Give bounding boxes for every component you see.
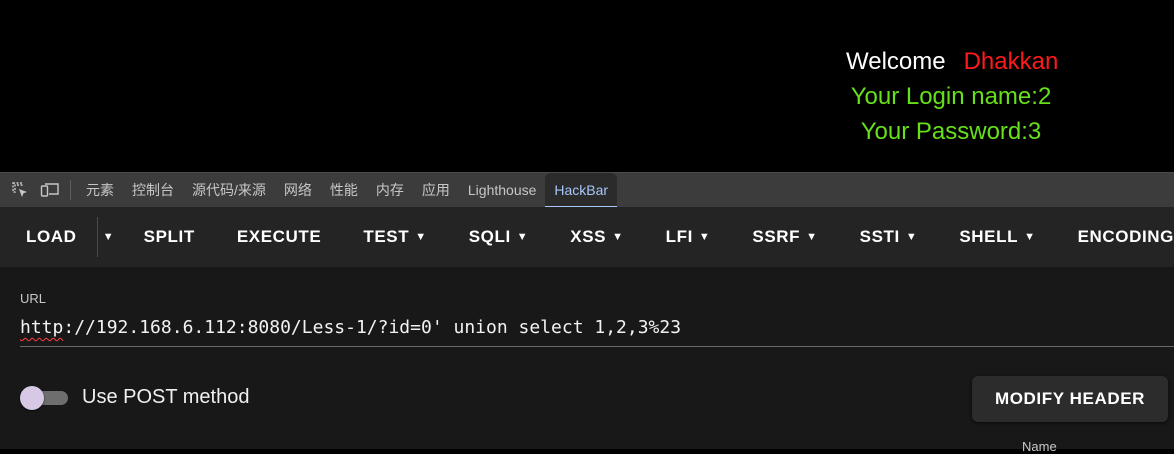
tab-elements[interactable]: 元素 xyxy=(77,173,123,208)
welcome-text: Welcome xyxy=(846,48,946,75)
login-name-line: Your Login name:2 xyxy=(0,83,1174,111)
chevron-down-icon: ▼ xyxy=(806,231,818,243)
split-button-label: SPLIT xyxy=(144,227,195,247)
url-input-underline xyxy=(20,346,1174,347)
tab-console[interactable]: 控制台 xyxy=(123,173,183,208)
xss-menu-label: XSS xyxy=(570,227,606,247)
welcome-username: Dhakkan xyxy=(964,48,1059,75)
ssti-menu-button[interactable]: SSTI ▼ xyxy=(860,227,918,247)
password-line: Your Password:3 xyxy=(0,118,1174,146)
tab-application[interactable]: 应用 xyxy=(413,173,459,208)
lfi-menu-button[interactable]: LFI ▼ xyxy=(666,227,711,247)
hackbar-toolbar: LOAD ▼ SPLIT EXECUTE TEST ▼ SQLI ▼ XSS ▼ LF… xyxy=(0,207,1174,267)
chevron-down-icon: ▼ xyxy=(1024,231,1036,243)
chevron-down-icon: ▼ xyxy=(415,231,427,243)
header-name-column: Name xyxy=(1022,439,1057,454)
shell-menu-button[interactable]: SHELL ▼ xyxy=(959,227,1035,247)
page-content: Welcome Dhakkan Your Login name:2 Your Pa… xyxy=(0,0,1174,172)
post-method-label: Use POST method xyxy=(82,386,249,409)
tab-network[interactable]: 网络 xyxy=(275,173,321,208)
devtools-tab-bar: 元素 控制台 源代码/来源 网络 性能 内存 应用 Lighthouse Hac… xyxy=(0,172,1174,207)
hackbar-panel: URL http://192.168.6.112:8080/Less-1/?id… xyxy=(0,267,1174,449)
modify-header-label: MODIFY HEADER xyxy=(995,389,1145,409)
ssrf-menu-button[interactable]: SSRF ▼ xyxy=(752,227,817,247)
split-button[interactable]: SPLIT xyxy=(144,227,195,247)
lfi-menu-label: LFI xyxy=(666,227,693,247)
url-scheme: http xyxy=(20,317,63,338)
device-toolbar-icon[interactable] xyxy=(40,180,60,200)
inspect-element-icon[interactable] xyxy=(10,180,30,200)
tab-hackbar[interactable]: HackBar xyxy=(545,173,617,208)
xss-menu-button[interactable]: XSS ▼ xyxy=(570,227,623,247)
sqli-menu-label: SQLI xyxy=(469,227,511,247)
execute-button-label: EXECUTE xyxy=(237,227,322,247)
toggle-knob xyxy=(20,386,44,410)
shell-menu-label: SHELL xyxy=(959,227,1018,247)
test-menu-button[interactable]: TEST ▼ xyxy=(363,227,426,247)
sqli-menu-button[interactable]: SQLI ▼ xyxy=(469,227,529,247)
chevron-down-icon: ▼ xyxy=(517,231,529,243)
chevron-down-icon: ▼ xyxy=(612,231,624,243)
tab-memory[interactable]: 内存 xyxy=(367,173,413,208)
encoding-menu-label: ENCODING xyxy=(1078,227,1174,247)
encoding-menu-button[interactable]: ENCODING xyxy=(1078,227,1174,247)
chevron-down-icon: ▼ xyxy=(906,231,918,243)
toolbar-divider xyxy=(70,180,71,200)
tab-performance[interactable]: 性能 xyxy=(321,173,367,208)
load-button[interactable]: LOAD xyxy=(26,227,77,247)
ssrf-menu-label: SSRF xyxy=(752,227,800,247)
modify-header-button[interactable]: MODIFY HEADER xyxy=(972,376,1168,422)
url-path: ://192.168.6.112:8080/Less-1/?id=0' unio… xyxy=(63,317,681,338)
chevron-down-icon: ▼ xyxy=(699,231,711,243)
welcome-line: Welcome Dhakkan xyxy=(846,48,1058,76)
ssti-menu-label: SSTI xyxy=(860,227,900,247)
url-input[interactable]: http://192.168.6.112:8080/Less-1/?id=0' … xyxy=(20,317,681,338)
tab-lighthouse[interactable]: Lighthouse xyxy=(459,173,546,208)
tab-sources[interactable]: 源代码/来源 xyxy=(183,173,275,208)
post-method-toggle[interactable] xyxy=(20,387,68,409)
load-dropdown-caret-icon[interactable]: ▼ xyxy=(103,231,114,243)
test-menu-label: TEST xyxy=(363,227,409,247)
url-label: URL xyxy=(20,291,46,306)
execute-button[interactable]: EXECUTE xyxy=(237,227,322,247)
load-button-label: LOAD xyxy=(26,227,77,247)
